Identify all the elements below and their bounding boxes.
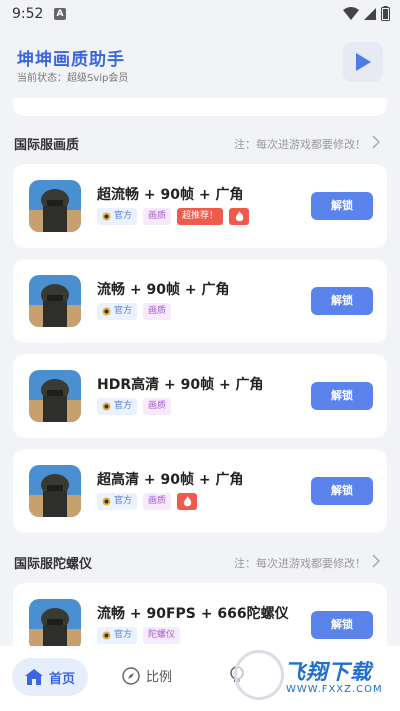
tab-home-label: 首页 xyxy=(48,671,75,687)
section-note: 注：每次进游戏都要修改！ xyxy=(234,138,366,151)
preset-title: 流畅 + 90FPS + 666陀螺仪 xyxy=(97,606,289,622)
tag-type: 陀螺仪 xyxy=(143,627,181,644)
home-icon xyxy=(24,669,43,685)
main-content[interactable]: 国际服画质 注：每次进游戏都要修改！ 超流畅 + 90帧 + 广角 官方 画质 … xyxy=(0,98,400,646)
section-header-gyro[interactable]: 国际服陀螺仪 注：每次进游戏都要修改！ xyxy=(0,549,400,575)
tag-list: 官方 画质 超推荐！ xyxy=(97,208,250,225)
membership-status: 当前状态：超级Svip会员 xyxy=(17,73,129,84)
game-thumbnail xyxy=(29,180,81,232)
tag-official: 官方 xyxy=(97,627,138,644)
tag-official: 官方 xyxy=(97,208,138,225)
tag-type: 画质 xyxy=(143,303,172,320)
play-icon xyxy=(356,53,371,71)
tag-type: 画质 xyxy=(143,398,172,415)
play-button[interactable] xyxy=(343,42,383,82)
tag-list: 官方 陀螺仪 xyxy=(97,627,181,644)
unlock-button[interactable]: 解锁 xyxy=(311,192,373,220)
official-icon xyxy=(102,497,111,506)
game-thumbnail xyxy=(29,275,81,327)
game-thumbnail xyxy=(29,370,81,422)
preset-card: HDR高清 + 90帧 + 广角 官方 画质 解锁 xyxy=(13,354,387,438)
watermark-url: WWW.FXXZ.COM xyxy=(286,684,383,695)
unlock-button[interactable]: 解锁 xyxy=(311,477,373,505)
tag-hot: 超推荐！ xyxy=(177,208,224,225)
watermark-logo: 飞翔下载 WWW.FXXZ.COM xyxy=(232,650,392,706)
app-title: 坤坤画质助手 xyxy=(17,50,125,70)
official-icon xyxy=(102,307,111,316)
unlock-button[interactable]: 解锁 xyxy=(311,611,373,639)
preset-card: 超流畅 + 90帧 + 广角 官方 画质 超推荐！ 解锁 xyxy=(13,164,387,248)
preset-card: 超高清 + 90帧 + 广角 官方 画质 解锁 xyxy=(13,449,387,533)
preset-title: HDR高清 + 90帧 + 广角 xyxy=(97,377,264,393)
game-thumbnail xyxy=(29,599,81,646)
section-title: 国际服陀螺仪 xyxy=(14,557,93,572)
preset-title: 超高清 + 90帧 + 广角 xyxy=(97,472,244,488)
previous-card xyxy=(13,98,387,116)
tag-type: 画质 xyxy=(143,493,172,510)
status-icons xyxy=(343,6,390,21)
tag-official: 官方 xyxy=(97,398,138,415)
app-header: 坤坤画质助手 当前状态：超级Svip会员 xyxy=(0,28,400,98)
wifi-icon xyxy=(343,6,359,20)
fire-icon xyxy=(177,493,198,510)
preset-title: 超流畅 + 90帧 + 广角 xyxy=(97,187,244,203)
official-icon xyxy=(102,402,111,411)
watermark-circle xyxy=(234,650,284,700)
notification-icon: A xyxy=(54,8,66,20)
preset-card: 流畅 + 90FPS + 666陀螺仪 官方 陀螺仪 解锁 xyxy=(13,583,387,646)
preset-title: 流畅 + 90帧 + 广角 xyxy=(97,282,230,298)
tab-ratio[interactable]: 比例 xyxy=(122,666,172,685)
tab-ratio-label: 比例 xyxy=(146,670,173,685)
tag-list: 官方 画质 xyxy=(97,303,172,320)
compass-icon xyxy=(122,666,140,685)
section-note: 注：每次进游戏都要修改！ xyxy=(234,557,366,570)
chevron-right-icon xyxy=(372,554,380,568)
fire-icon xyxy=(229,208,250,225)
chevron-right-icon xyxy=(372,135,380,149)
tag-list: 官方 画质 xyxy=(97,398,172,415)
tag-type: 画质 xyxy=(143,208,172,225)
tab-home[interactable]: 首页 xyxy=(12,658,88,696)
preset-card: 流畅 + 90帧 + 广角 官方 画质 解锁 xyxy=(13,259,387,343)
unlock-button[interactable]: 解锁 xyxy=(311,287,373,315)
section-header-quality[interactable]: 国际服画质 注：每次进游戏都要修改！ xyxy=(0,130,400,156)
watermark-text: 飞翔下载 xyxy=(284,660,372,684)
battery-icon xyxy=(381,6,390,21)
tag-official: 官方 xyxy=(97,303,138,320)
status-bar: 9:52 A xyxy=(0,0,400,28)
section-title: 国际服画质 xyxy=(14,138,80,153)
unlock-button[interactable]: 解锁 xyxy=(311,382,373,410)
tag-list: 官方 画质 xyxy=(97,493,198,510)
status-time: 9:52 xyxy=(12,6,44,22)
tag-official: 官方 xyxy=(97,493,138,510)
game-thumbnail xyxy=(29,465,81,517)
official-icon xyxy=(102,212,111,221)
official-icon xyxy=(102,631,111,640)
signal-icon xyxy=(364,7,376,20)
